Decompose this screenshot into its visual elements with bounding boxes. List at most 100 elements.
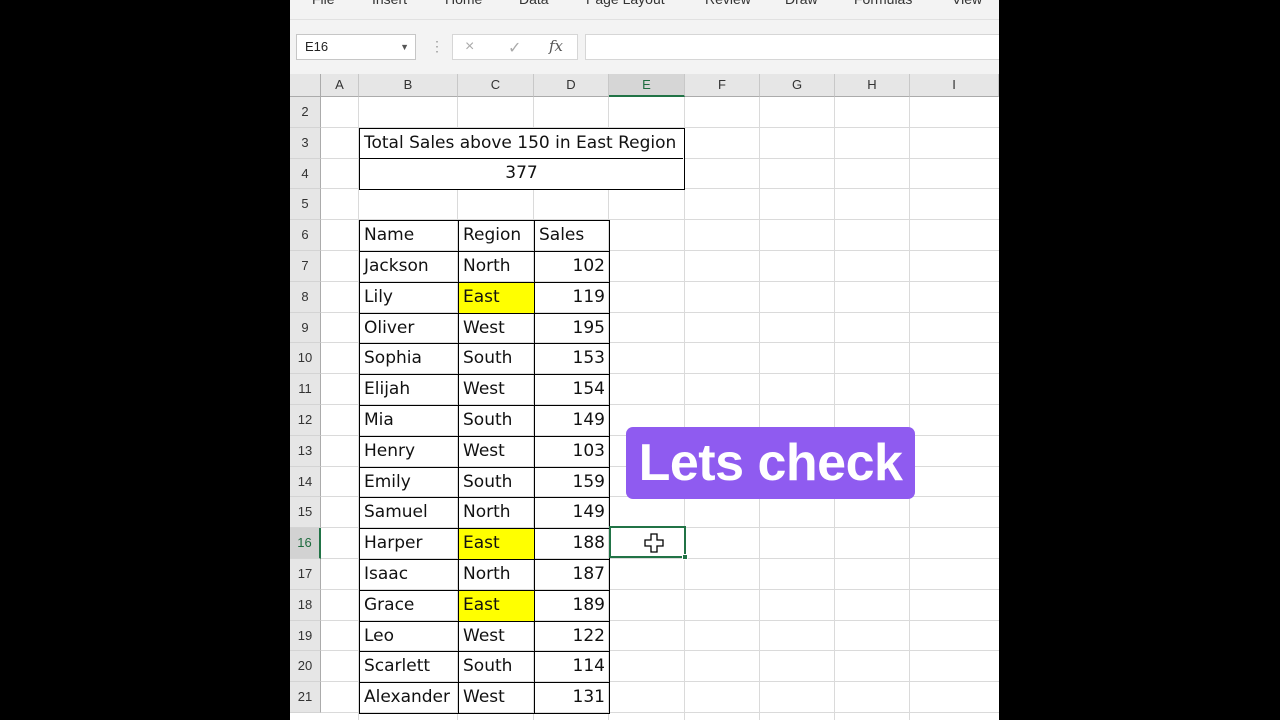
row-header-5[interactable]: 5 xyxy=(290,189,321,221)
row-header-10[interactable]: 10 xyxy=(290,343,321,375)
table-cell-sales[interactable]: 122 xyxy=(534,620,610,653)
table-cell-region[interactable]: North xyxy=(458,497,535,530)
table-cell-name[interactable]: Scarlett xyxy=(359,651,459,684)
table-cell-sales[interactable]: 153 xyxy=(534,343,610,376)
table-cell-region[interactable]: South xyxy=(458,405,535,437)
formula-input[interactable] xyxy=(585,34,999,60)
table-cell-name[interactable]: Oliver xyxy=(359,312,459,345)
table-cell-name[interactable]: Leo xyxy=(359,620,459,653)
row-header-9[interactable]: 9 xyxy=(290,312,321,344)
column-header-h[interactable]: H xyxy=(835,74,910,97)
summary-value-cell[interactable]: 377 xyxy=(360,159,683,189)
row-header-11[interactable]: 11 xyxy=(290,374,321,405)
summary-box: Total Sales above 150 in East Region 377 xyxy=(359,128,685,190)
table-cell-sales[interactable]: 195 xyxy=(534,312,610,345)
row-header-4[interactable]: 4 xyxy=(290,158,321,190)
row-header-3[interactable]: 3 xyxy=(290,127,321,159)
row-header-7[interactable]: 7 xyxy=(290,251,321,282)
row-header-12[interactable]: 12 xyxy=(290,405,321,436)
column-header-c[interactable]: C xyxy=(458,74,534,97)
table-cell-region[interactable]: West xyxy=(458,374,535,406)
table-cell-region[interactable]: South xyxy=(458,343,535,376)
row-header-8[interactable]: 8 xyxy=(290,281,321,313)
select-all-corner[interactable] xyxy=(290,74,321,97)
column-header-g[interactable]: G xyxy=(760,74,835,97)
ribbon-tab-review[interactable]: Review xyxy=(705,0,751,7)
insert-function-icon[interactable]: fx xyxy=(549,37,563,55)
ribbon-tab-page-layout[interactable]: Page Layout xyxy=(586,0,665,7)
row-header-6[interactable]: 6 xyxy=(290,220,321,251)
row-header-13[interactable]: 13 xyxy=(290,435,321,467)
table-cell-name[interactable]: Samuel xyxy=(359,497,459,530)
table-cell-sales[interactable]: 131 xyxy=(534,682,610,714)
row-header-2[interactable]: 2 xyxy=(290,97,321,128)
table-cell-name[interactable]: Jackson xyxy=(359,251,459,283)
table-cell-region[interactable]: North xyxy=(458,251,535,283)
table-cell-name[interactable]: Sophia xyxy=(359,343,459,376)
table-cell-name[interactable]: Alexander xyxy=(359,682,459,714)
table-cell-sales[interactable]: 149 xyxy=(534,497,610,530)
table-cell-region[interactable]: West xyxy=(458,682,535,714)
table-cell-name[interactable]: Elijah xyxy=(359,374,459,406)
table-cell-sales[interactable]: 114 xyxy=(534,651,610,684)
table-cell-region[interactable]: South xyxy=(458,651,535,684)
chevron-down-icon[interactable]: ▼ xyxy=(400,35,409,59)
table-cell-sales[interactable]: 119 xyxy=(534,281,610,314)
table-header-sales[interactable]: Sales xyxy=(534,220,610,252)
table-cell-region[interactable]: East xyxy=(458,281,535,314)
table-cell-name[interactable]: Grace xyxy=(359,589,459,622)
row-header-19[interactable]: 19 xyxy=(290,620,321,652)
table-cell-sales[interactable]: 154 xyxy=(534,374,610,406)
column-header-i[interactable]: I xyxy=(910,74,999,97)
table-cell-region[interactable]: South xyxy=(458,466,535,499)
table-cell-region[interactable]: West xyxy=(458,312,535,345)
fill-handle[interactable] xyxy=(682,554,688,560)
table-cell-name[interactable]: Harper xyxy=(359,528,459,560)
table-header-region[interactable]: Region xyxy=(458,220,535,252)
column-header-e[interactable]: E xyxy=(609,74,685,97)
ribbon-tab-view[interactable]: View xyxy=(952,0,982,7)
table-cell-name[interactable]: Henry xyxy=(359,435,459,468)
column-header-d[interactable]: D xyxy=(534,74,609,97)
worksheet-grid[interactable]: ABCDEFGHI 2 3 4 5 6 7 8 9 10 11 12 13 14 15 16 17 18 19 20… xyxy=(290,74,999,720)
row-header-14[interactable]: 14 xyxy=(290,466,321,498)
column-header-f[interactable]: F xyxy=(685,74,760,97)
name-box[interactable]: E16 ▼ xyxy=(296,34,416,60)
row-header-17[interactable]: 17 xyxy=(290,559,321,590)
ribbon-tab-insert[interactable]: Insert xyxy=(372,0,407,7)
table-cell-name[interactable]: Emily xyxy=(359,466,459,499)
summary-title-cell[interactable]: Total Sales above 150 in East Region xyxy=(360,129,683,159)
column-header-a[interactable]: A xyxy=(321,74,359,97)
enter-icon[interactable]: ✓ xyxy=(508,38,521,58)
ribbon-tab-data[interactable]: Data xyxy=(519,0,549,7)
row-header-21[interactable]: 21 xyxy=(290,682,321,713)
ribbon-tab-draw[interactable]: Draw xyxy=(785,0,818,7)
table-cell-name[interactable]: Isaac xyxy=(359,559,459,591)
ribbon-tab-home[interactable]: Home xyxy=(445,0,482,7)
row-header-18[interactable]: 18 xyxy=(290,589,321,621)
table-header-name[interactable]: Name xyxy=(359,220,459,252)
ribbon-tabs: File Insert Home Data Page Layout Review Draw F… xyxy=(290,0,999,20)
table-cell-sales[interactable]: 189 xyxy=(534,589,610,622)
row-header-15[interactable]: 15 xyxy=(290,497,321,529)
table-cell-region[interactable]: West xyxy=(458,435,535,468)
table-cell-sales[interactable]: 187 xyxy=(534,559,610,591)
table-cell-region[interactable]: East xyxy=(458,528,535,560)
table-cell-region[interactable]: West xyxy=(458,620,535,653)
formula-bar-grip-icon[interactable]: ⋮ xyxy=(430,38,444,55)
table-cell-sales[interactable]: 188 xyxy=(534,528,610,560)
table-cell-sales[interactable]: 103 xyxy=(534,435,610,468)
cancel-icon[interactable]: × xyxy=(465,38,474,56)
table-cell-name[interactable]: Lily xyxy=(359,281,459,314)
row-header-16[interactable]: 16 xyxy=(290,528,321,559)
ribbon-tab-formulas[interactable]: Formulas xyxy=(854,0,912,7)
row-header-20[interactable]: 20 xyxy=(290,651,321,683)
table-cell-sales[interactable]: 102 xyxy=(534,251,610,283)
table-cell-sales[interactable]: 149 xyxy=(534,405,610,437)
column-header-b[interactable]: B xyxy=(359,74,458,97)
table-cell-region[interactable]: North xyxy=(458,559,535,591)
table-cell-name[interactable]: Mia xyxy=(359,405,459,437)
table-cell-sales[interactable]: 159 xyxy=(534,466,610,499)
table-cell-region[interactable]: East xyxy=(458,589,535,622)
ribbon-tab-file[interactable]: File xyxy=(312,0,335,7)
